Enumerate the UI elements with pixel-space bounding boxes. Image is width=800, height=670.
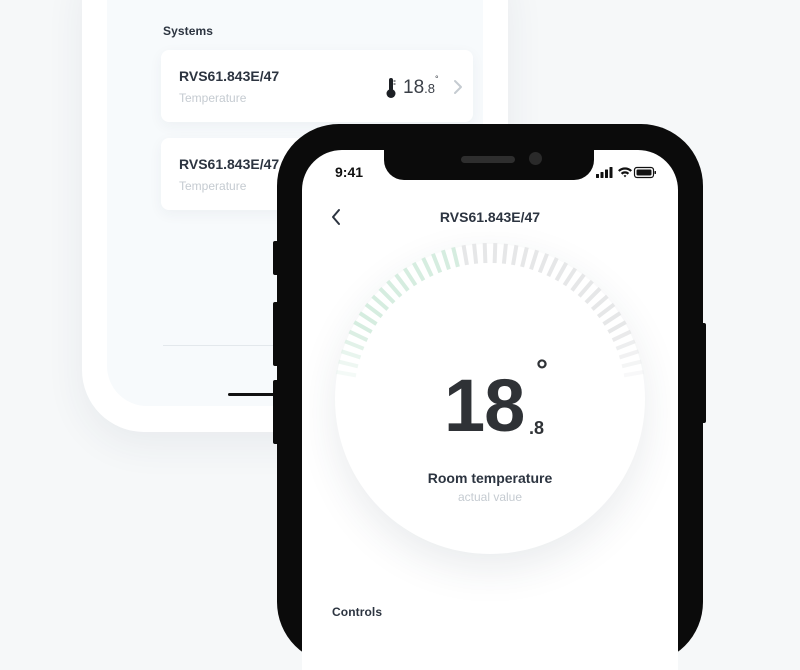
dial-tick [451, 246, 460, 268]
dial-tick [623, 369, 644, 378]
dial-tick [482, 243, 488, 264]
dial-tick [570, 273, 586, 292]
dial-tick [358, 311, 378, 326]
system-temp-dec: .8 [424, 81, 435, 96]
dial-tick [441, 249, 451, 270]
system-card[interactable]: RVS61.843E/47 Temperature 18.8° [161, 50, 473, 122]
dial-tick [402, 267, 418, 287]
system-temperature: 18.8° [403, 74, 439, 99]
dial-tick [584, 287, 602, 305]
foreground-phone: 9:41 RVS61.843E/47 18 ° .8 Room temperat… [277, 124, 703, 670]
dial-tick [431, 253, 443, 274]
dial-tick [520, 246, 529, 268]
device-detail-screen: 9:41 RVS61.843E/47 18 ° .8 Room temperat… [302, 150, 678, 670]
dial-tick [554, 261, 569, 282]
dial-tick [386, 279, 403, 298]
dial-tick [348, 329, 369, 343]
dial-tick [340, 349, 362, 360]
dial-tick [344, 339, 365, 351]
system-name: RVS61.843E/47 [179, 68, 280, 84]
dial-tick [607, 320, 627, 334]
dial-tick [537, 253, 549, 274]
dial-tick [590, 294, 609, 311]
dial-tick [596, 302, 616, 319]
temperature-degree: ° [536, 354, 548, 387]
dial-tick [546, 257, 559, 277]
dial-tick [364, 302, 384, 319]
dial-tick [529, 249, 539, 270]
room-temperature-label: Room temperature [427, 470, 553, 486]
dial-tick [353, 320, 373, 334]
system-temp-int: 18 [403, 77, 425, 98]
controls-section-title: Controls [332, 605, 383, 619]
dial-tick [562, 267, 578, 287]
connector-line [228, 393, 278, 396]
dial-tick [615, 339, 636, 351]
dial-tick [511, 244, 519, 266]
chevron-right-icon[interactable] [453, 79, 463, 95]
dial-tick [501, 243, 508, 264]
dial-tick [472, 243, 479, 264]
system-type: Temperature [179, 91, 247, 105]
system-type: Temperature [179, 179, 247, 193]
dial-tick [371, 294, 390, 311]
system-temp-degree: ° [434, 74, 439, 84]
thermometer-icon [386, 78, 396, 98]
dial-tick [621, 359, 642, 369]
dial-tick [411, 261, 426, 282]
dial-tick [611, 329, 632, 343]
dial-tick [492, 243, 498, 264]
dial-tick [577, 279, 594, 298]
dial-tick [394, 273, 410, 292]
dial-tick [602, 311, 622, 326]
temperature-decimal: .8 [529, 418, 545, 438]
systems-section-title: Systems [163, 24, 214, 38]
temperature-value: 18 [444, 364, 525, 447]
actual-value-label: actual value [457, 490, 523, 504]
system-name: RVS61.843E/47 [179, 156, 280, 172]
dial-tick [421, 257, 434, 277]
dial-tick [378, 287, 396, 305]
dial-tick [336, 369, 357, 378]
dial-tick [338, 359, 359, 369]
dial-tick [618, 349, 640, 360]
dial-tick [461, 244, 469, 266]
